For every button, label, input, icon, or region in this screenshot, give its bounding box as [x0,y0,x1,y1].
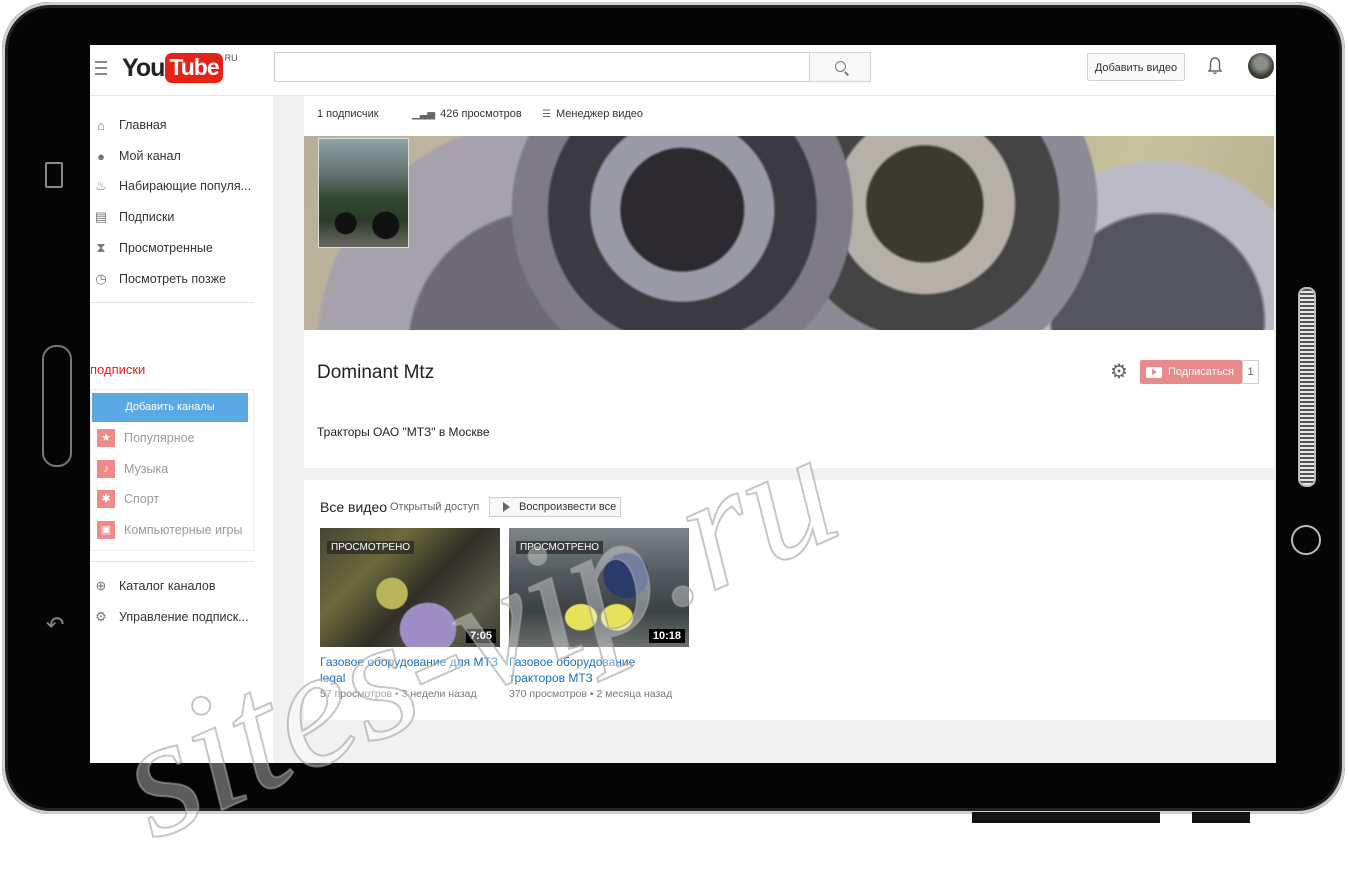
sidebar-item-history[interactable]: ⧗ Просмотренные [90,236,273,260]
sidebar-item-label: Управление подписк... [119,610,249,624]
category-label: Популярное [124,431,195,445]
bar-chart-icon: ▁▃▅ [412,108,436,120]
sidebar-item-home[interactable]: ⌂ Главная [90,113,273,137]
duration-badge: 7:05 [465,629,496,643]
user-avatar[interactable] [1248,53,1274,79]
logo-region: RU [224,53,238,63]
sidebar-item-manage-subscriptions[interactable]: ⚙ Управление подписк... [90,605,273,629]
logo-tube-text: Tube [165,53,223,83]
logo-you-text: You [122,53,165,82]
sidebar-divider [90,561,254,562]
play-icon [503,502,510,512]
watched-badge: ПРОСМОТРЕНО [516,541,604,554]
watched-badge: ПРОСМОТРЕНО [327,541,415,554]
hourglass-icon: ⧗ [96,240,106,255]
gamepad-icon: ▣ [97,521,115,539]
views-count-text: 426 просмотров [440,108,522,120]
subscribe-button[interactable]: Подписаться [1140,360,1242,384]
add-channels-button[interactable]: Добавить каналы [92,393,248,422]
youtube-play-icon [1146,366,1162,378]
video-manager-text: Менеджер видео [555,108,644,120]
ball-icon: ✱ [97,490,115,508]
subscriber-count-text: 1 подписчик [317,108,379,120]
browser-screen: You Tube RU Добавить видео ⌂ Главная ● М… [90,45,1276,763]
views-stat[interactable]: ▁▃▅ 426 просмотров [412,108,522,120]
sidebar: ⌂ Главная ● Мой канал ♨ Набирающие попул… [90,96,273,763]
star-icon: ★ [97,429,115,447]
sidebar-item-label: Набирающие популя... [119,179,252,193]
sidebar-item-subscriptions[interactable]: ▤ Подписки [90,205,273,229]
channel-info: Dominant Mtz ⚙ Подписаться 1 Тракторы ОА… [304,330,1274,468]
category-games[interactable]: ▣ Компьютерные игры [90,518,254,542]
videos-section-title[interactable]: Все видео [320,499,387,515]
plus-circle-icon: ⊕ [95,578,107,593]
gear-icon: ⚙ [95,609,107,624]
menu-icon[interactable] [95,61,107,75]
music-icon: ♪ [97,460,115,478]
video-title-link[interactable]: Газовое оборудование тракторов МТЗ [509,654,689,686]
video-card[interactable]: ПРОСМОТРЕНО 7:05 Газовое оборудование дл… [320,528,500,700]
account-icon: ● [97,148,105,164]
sidebar-item-label: Посмотреть позже [119,272,227,286]
search-input[interactable] [274,52,810,82]
tablet-bottom-button [972,812,1160,823]
video-meta: 57 просмотров • 3 недели назад [320,688,477,700]
videos-section: Все видео Открытый доступ Воспроизвести … [304,480,1274,720]
category-label: Компьютерные игры [124,523,243,537]
flame-icon: ♨ [95,178,107,193]
home-icon: ⌂ [97,117,105,133]
home-hardware-button[interactable] [42,345,72,467]
video-card[interactable]: ПРОСМОТРЕНО 10:18 Газовое оборудование т… [509,528,689,700]
sidebar-item-watch-later[interactable]: ◷ Посмотреть позже [90,267,273,291]
sidebar-item-label: Мой канал [119,149,181,163]
subscriber-stat[interactable]: 1 подписчик [317,108,379,120]
play-all-button[interactable]: Воспроизвести все [489,497,621,517]
speaker-grille [1298,287,1316,487]
notifications-bell-icon[interactable] [1208,57,1222,75]
channel-avatar-image[interactable] [318,138,409,248]
video-manager-icon: ☰ [542,108,551,120]
video-meta: 370 просмотров • 2 месяца назад [509,688,673,700]
video-title-link[interactable]: Газовое оборудование для МТЗ legal [320,654,500,686]
channel-description: Тракторы ОАО "МТЗ" в Москве [317,425,490,439]
back-icon[interactable]: ↶ [46,608,64,642]
channel-banner [304,136,1274,330]
search-icon [835,61,846,72]
sidebar-item-my-channel[interactable]: ● Мой канал [90,144,273,168]
search-button[interactable] [809,52,871,82]
play-all-label: Воспроизвести все [519,501,617,513]
sidebar-item-trending[interactable]: ♨ Набирающие популя... [90,174,273,198]
sidebar-item-label: Главная [119,118,167,132]
top-bar: You Tube RU Добавить видео [90,45,1276,96]
category-music[interactable]: ♪ Музыка [90,457,254,481]
channel-stats-bar: 1 подписчик ▁▃▅ 426 просмотров ☰ Менедже… [304,96,1274,136]
video-manager-link[interactable]: ☰ Менеджер видео [542,108,643,120]
sidebar-item-label: Каталог каналов [119,579,216,593]
subscriber-count-badge: 1 [1242,360,1259,384]
videos-access-label: Открытый доступ [390,501,480,513]
sidebar-item-label: Подписки [119,210,175,224]
recent-apps-icon[interactable] [45,162,63,188]
category-label: Спорт [124,492,160,506]
upload-video-button[interactable]: Добавить видео [1087,53,1185,81]
sidebar-divider [90,302,254,303]
category-sport[interactable]: ✱ Спорт [90,487,254,511]
subscribe-label: Подписаться [1168,366,1234,378]
sidebar-item-label: Просмотренные [119,241,213,255]
sidebar-item-channel-catalog[interactable]: ⊕ Каталог каналов [90,574,273,598]
youtube-logo[interactable]: You Tube RU [122,53,238,83]
channel-settings-gear-icon[interactable]: ⚙ [1110,362,1130,382]
video-thumbnail[interactable]: ПРОСМОТРЕНО 7:05 [320,528,500,647]
category-popular[interactable]: ★ Популярное [90,426,254,450]
video-thumbnail[interactable]: ПРОСМОТРЕНО 10:18 [509,528,689,647]
subscriptions-icon: ▤ [94,209,108,224]
duration-badge: 10:18 [648,629,685,643]
channel-title: Dominant Mtz [317,362,435,383]
category-label: Музыка [124,462,169,476]
subscriptions-heading: подписки [90,362,146,377]
tablet-bottom-button [1192,812,1250,823]
camera-icon [1291,525,1321,555]
clock-icon: ◷ [95,271,107,286]
